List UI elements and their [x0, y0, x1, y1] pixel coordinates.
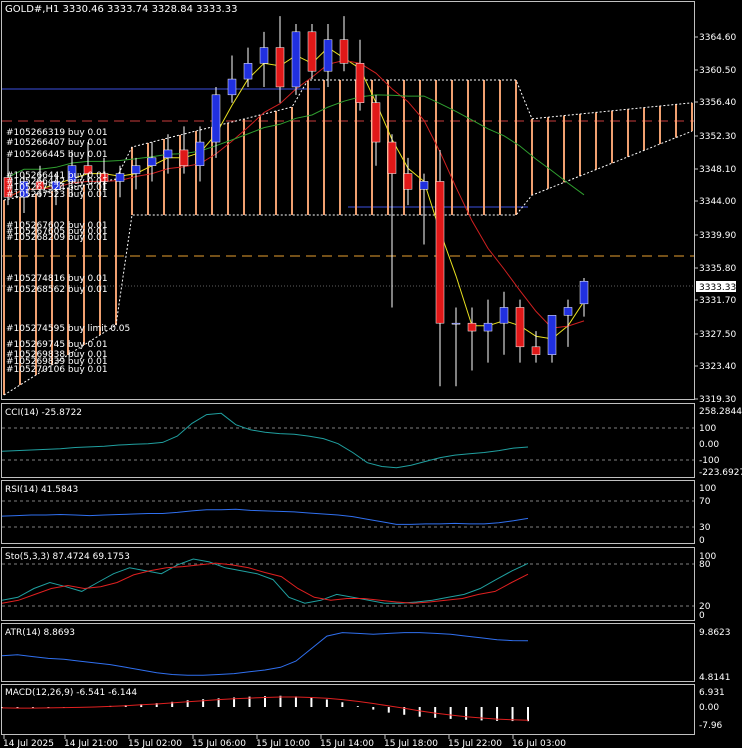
y-tick-label: 3331.70 [699, 296, 736, 306]
y-tick-label: 3356.40 [699, 98, 736, 108]
atr-tick-label: 4.8141 [699, 673, 731, 683]
y-tick-label: 3348.10 [699, 165, 736, 175]
cci-tick-label: -223.6927 [699, 468, 742, 478]
rsi-panel-frame [1, 480, 695, 544]
macd-tick-label: 0.00 [699, 703, 719, 713]
order-label: #105266445 buy 0.01 [6, 150, 108, 160]
x-tick-label: 15 Jul 10:00 [256, 739, 310, 748]
sto-k-line [1, 558, 529, 604]
candle [499, 291, 509, 355]
candle [403, 157, 413, 206]
x-tick-label: 14 Jul 21:00 [64, 739, 118, 748]
trading-chart-window: #105266319 buy 0.01 #105266407 buy 0.01 #1… [0, 0, 742, 748]
candle [147, 142, 157, 182]
candle [355, 39, 365, 111]
sto-tick-label: 80 [699, 560, 711, 570]
candle [115, 165, 125, 198]
cci-label: CCI(14) -25.8722 [5, 408, 82, 418]
candle [307, 23, 317, 80]
y-tick-label: 3319.30 [699, 395, 736, 405]
x-tick-label: 16 Jul 03:00 [512, 739, 566, 748]
order-label: #105269745 buy 0.01 [6, 340, 108, 350]
candle [579, 277, 589, 317]
candle [371, 94, 381, 166]
order-label: #105266319 buy 0.01 [6, 128, 108, 138]
candle [275, 16, 285, 103]
candle [163, 134, 173, 174]
main-header: GOLD#,H1 3330.46 3333.74 3328.84 3333.33 [5, 4, 237, 15]
candle [211, 86, 221, 158]
sto-label: Sto(5,3,3) 87.4724 69.1753 [5, 552, 130, 562]
rsi-tick-label: 30 [699, 523, 711, 533]
current-price-text: 3333.33 [699, 283, 736, 293]
candle [259, 31, 269, 87]
y-tick-label: 3352.30 [699, 132, 736, 142]
cci-tick-label: -100 [699, 456, 720, 466]
order-label: #105267523 buy 0.01 [6, 190, 108, 200]
y-tick-label: 3327.50 [699, 330, 736, 340]
cci-panel-frame [1, 403, 695, 478]
rsi-tick-label: 0 [699, 536, 705, 546]
x-tick-label: 15 Jul 22:00 [448, 739, 502, 748]
order-label: #105266407 buy 0.01 [6, 138, 108, 148]
atr-tick-label: 9.8623 [699, 628, 731, 638]
y-tick-label: 3335.80 [699, 264, 736, 274]
macd-tick-label: 6.931 [699, 688, 725, 698]
rsi-line [1, 508, 529, 525]
candle [387, 134, 397, 308]
candle [243, 47, 253, 87]
candle [419, 173, 429, 245]
macd-tick-label: -7.96 [699, 721, 723, 731]
x-tick-label: 15 Jul 02:00 [128, 739, 182, 748]
macd-label: MACD(12,26,9) -6.541 -6.144 [5, 688, 137, 698]
candle [531, 331, 541, 363]
atr-line [1, 632, 529, 676]
y-tick-label: 3344.00 [699, 197, 736, 207]
order-label: #105268562 buy 0.01 [6, 285, 108, 295]
candle [195, 126, 205, 182]
candle [483, 299, 493, 363]
y-tick-label: 3364.60 [699, 33, 736, 43]
candle [227, 55, 237, 103]
order-label: #105270106 buy 0.01 [6, 365, 108, 375]
rsi-tick-label: 100 [699, 484, 716, 494]
cci-tick-label: 0.00 [699, 440, 719, 450]
atr-panel-frame [1, 623, 695, 682]
y-tick-label: 3360.50 [699, 66, 736, 76]
candle [435, 149, 445, 387]
price-chart-svg[interactable]: #105266319 buy 0.01#105266407 buy 0.01 #1… [0, 0, 742, 748]
candle [515, 299, 525, 363]
order-label: #105268209 buy 0.01 [6, 233, 108, 243]
candle [547, 315, 557, 363]
cci-tick-label: 100 [699, 424, 716, 434]
candle [339, 16, 349, 72]
y-tick-label: 3339.90 [699, 231, 736, 241]
candle [563, 299, 573, 347]
order-label: #105274816 buy 0.01 [6, 274, 108, 284]
candle [323, 23, 333, 87]
y-tick-label: 3323.40 [699, 362, 736, 372]
order-label: #105274595 buy limit 0.05 [6, 324, 130, 334]
x-tick-label: 14 Jul 2025 [3, 739, 54, 748]
x-tick-label: 15 Jul 06:00 [192, 739, 246, 748]
candle [131, 157, 141, 190]
indicator-lines [1, 412, 529, 722]
cci-tick-label: 258.2844 [699, 407, 742, 417]
x-tick-label: 15 Jul 18:00 [384, 739, 438, 748]
candle [291, 23, 301, 95]
candle [451, 307, 461, 387]
x-tick-label: 15 Jul 14:00 [320, 739, 374, 748]
sto-tick-label: 0 [699, 611, 705, 621]
rsi-tick-label: 70 [699, 497, 711, 507]
atr-label: ATR(14) 8.8693 [5, 628, 75, 638]
rsi-label: RSI(14) 41.5843 [5, 485, 78, 495]
current-price-tag: 3333.33 [696, 281, 736, 293]
